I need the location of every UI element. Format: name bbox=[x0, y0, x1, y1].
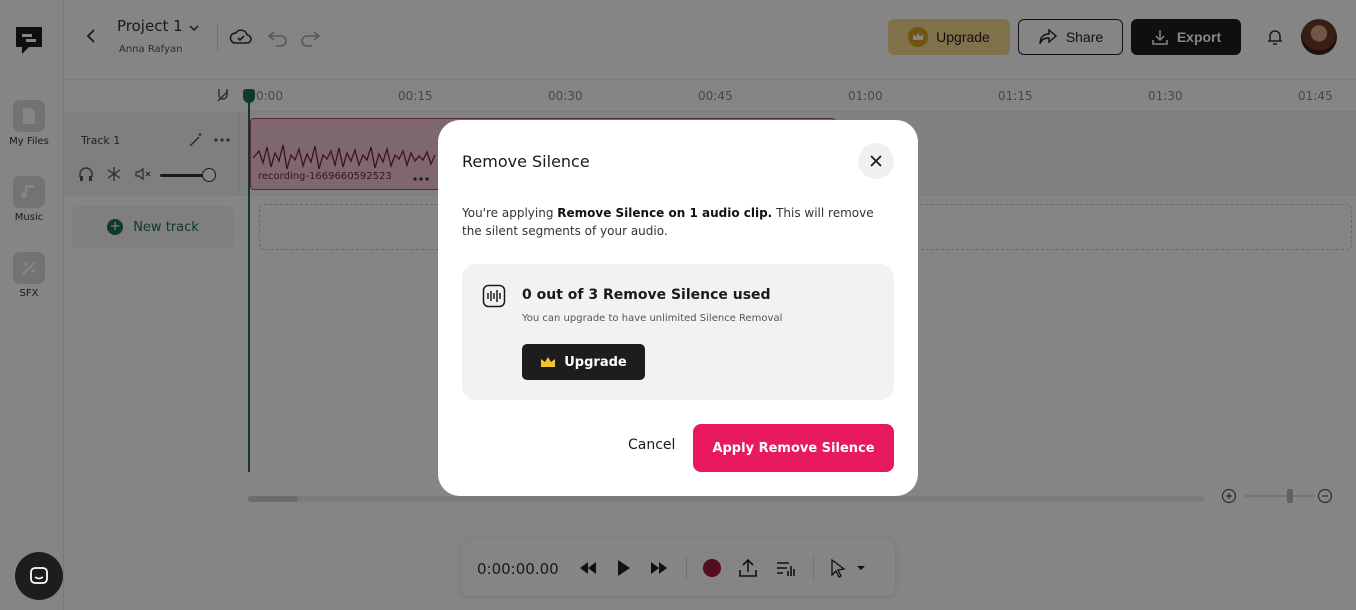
apply-remove-silence-button[interactable]: Apply Remove Silence bbox=[693, 424, 894, 472]
dialog-title: Remove Silence bbox=[462, 152, 590, 171]
waveform-icon bbox=[482, 284, 506, 308]
close-icon bbox=[870, 155, 882, 167]
remove-silence-dialog: Remove Silence You're applying Remove Si… bbox=[438, 120, 918, 496]
upgrade-label: Upgrade bbox=[564, 354, 627, 370]
close-button[interactable] bbox=[858, 143, 894, 179]
usage-title: 0 out of 3 Remove Silence used bbox=[522, 287, 771, 303]
desc-bold: Remove Silence on 1 audio clip. bbox=[557, 206, 773, 220]
upgrade-button[interactable]: Upgrade bbox=[522, 344, 645, 380]
usage-subtitle: You can upgrade to have unlimited Silenc… bbox=[522, 313, 783, 324]
usage-panel: 0 out of 3 Remove Silence used You can u… bbox=[462, 264, 894, 400]
cancel-button[interactable]: Cancel bbox=[628, 437, 675, 453]
dialog-description: You're applying Remove Silence on 1 audi… bbox=[462, 204, 892, 240]
chat-icon bbox=[30, 567, 48, 584]
chat-button[interactable] bbox=[15, 552, 63, 600]
desc-prefix: You're applying bbox=[462, 206, 558, 220]
crown-icon bbox=[541, 357, 556, 367]
